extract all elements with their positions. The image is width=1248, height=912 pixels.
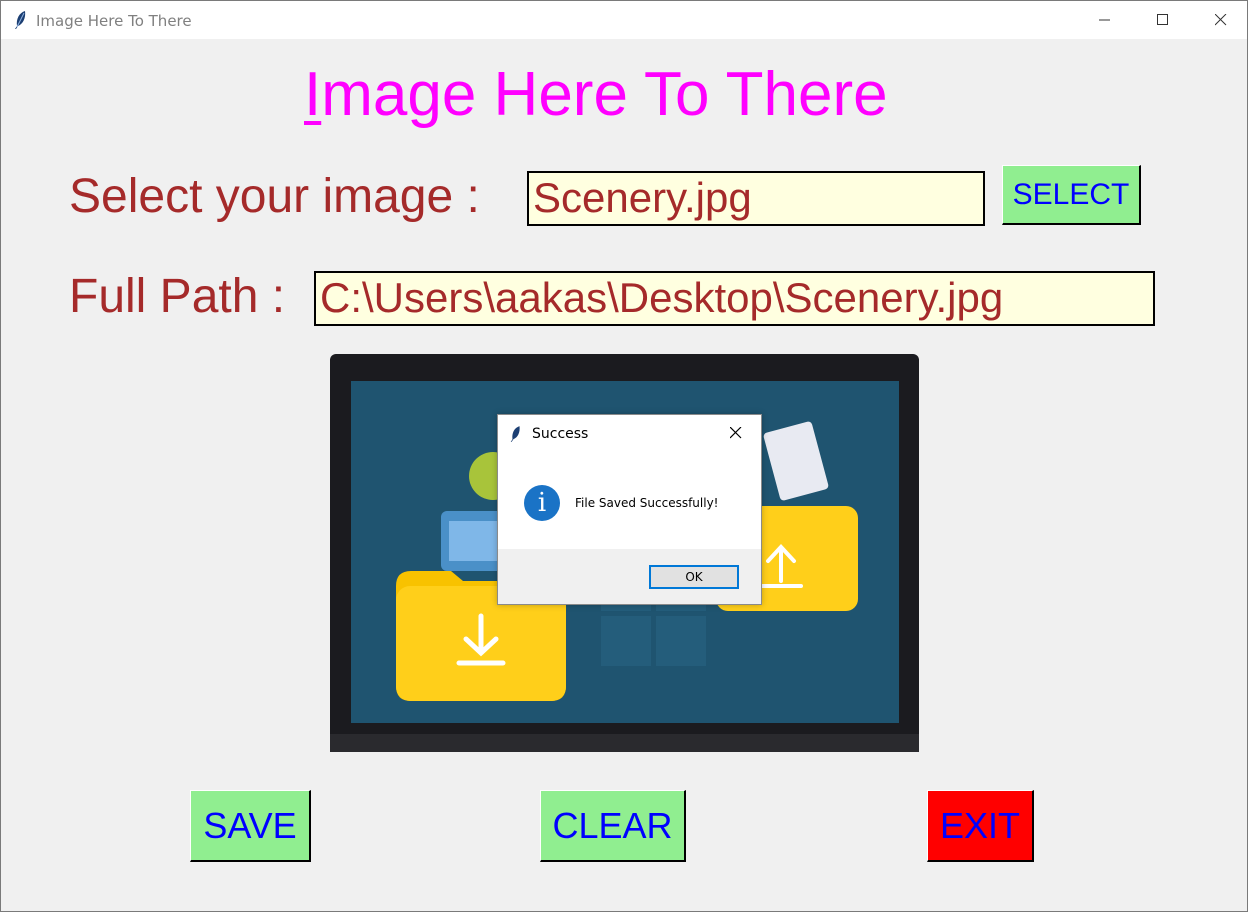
info-icon: i	[524, 485, 560, 521]
close-button[interactable]	[1192, 1, 1247, 39]
select-button[interactable]: SELECT	[1002, 165, 1141, 225]
clear-button[interactable]: CLEAR	[540, 790, 686, 862]
maximize-icon	[1157, 14, 1168, 25]
minimize-icon	[1099, 19, 1110, 21]
title-text: mage Here To There	[321, 60, 888, 129]
maximize-button[interactable]	[1134, 1, 1192, 39]
feather-icon	[510, 426, 520, 442]
close-icon[interactable]	[730, 427, 742, 439]
select-image-label: Select your image :	[69, 170, 480, 223]
image-name-input[interactable]: Scenery.jpg	[527, 171, 985, 226]
minimize-button[interactable]	[1076, 1, 1134, 39]
laptop-base	[330, 734, 919, 752]
full-path-label: Full Path :	[69, 270, 286, 323]
page-title: Image Here To There	[304, 59, 888, 130]
dialog-title: Success	[532, 426, 589, 442]
feather-icon	[15, 11, 26, 29]
ok-button[interactable]: OK	[649, 565, 739, 589]
close-icon	[1215, 14, 1227, 26]
app-window: Image Here To There Image Here To There …	[0, 0, 1248, 912]
full-path-input[interactable]: C:\Users\aakas\Desktop\Scenery.jpg	[314, 271, 1155, 326]
title-accelerator-letter: I	[304, 60, 322, 129]
title-bar[interactable]: Image Here To There	[1, 1, 1247, 39]
success-dialog: Success i File Saved Successfully! OK	[497, 414, 762, 605]
exit-button[interactable]: EXIT	[927, 790, 1034, 862]
window-title: Image Here To There	[36, 12, 192, 30]
save-button[interactable]: SAVE	[190, 790, 311, 862]
dialog-message: File Saved Successfully!	[575, 496, 719, 510]
